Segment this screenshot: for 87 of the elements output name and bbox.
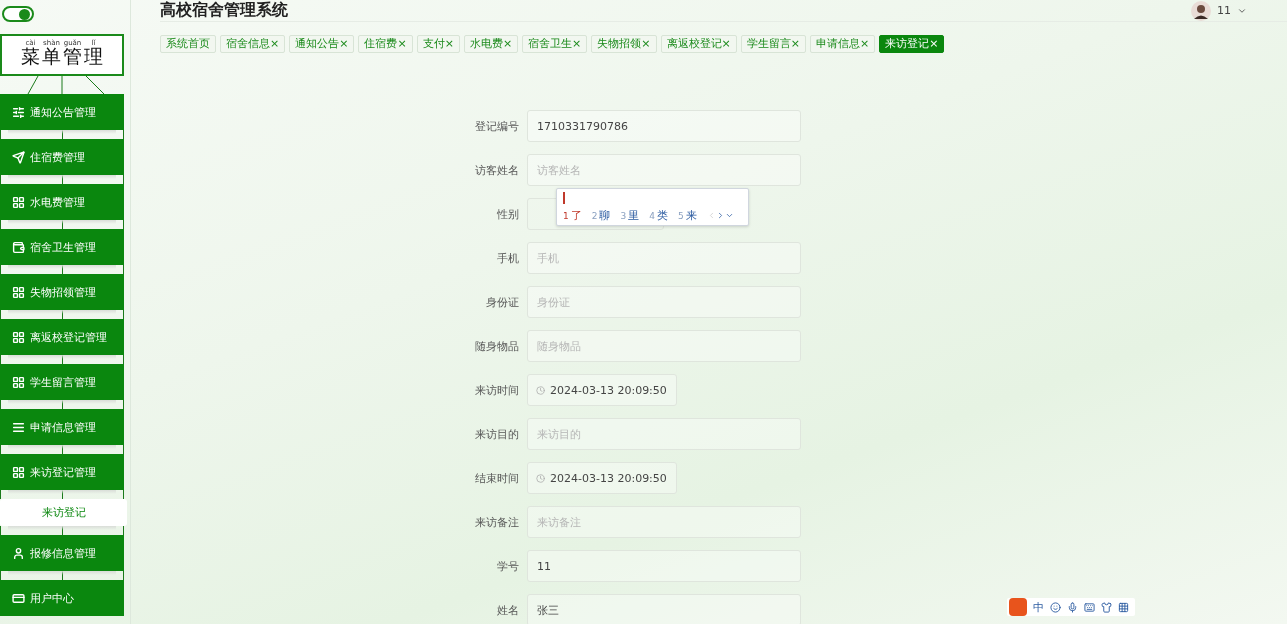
menu-item[interactable]: 通知公告管理: [0, 94, 124, 130]
field-label: 来访备注: [474, 514, 519, 530]
tab[interactable]: 宿舍信息×: [220, 35, 286, 53]
input-field[interactable]: 1710331790786: [527, 110, 801, 142]
tab[interactable]: 离返校登记×: [660, 35, 737, 53]
wallet-icon: [12, 240, 25, 254]
close-mark[interactable]: ×: [572, 36, 582, 52]
keyboard-icon[interactable]: [1084, 601, 1095, 613]
user-icon: [12, 546, 25, 560]
menu-item[interactable]: 申请信息管理: [0, 409, 124, 445]
close-mark[interactable]: ×: [444, 36, 454, 52]
menu-item[interactable]: 学生留言管理: [0, 364, 124, 400]
field-label: 姓名: [496, 602, 519, 618]
tab[interactable]: 住宿费×: [358, 35, 413, 53]
field-label: 性别: [496, 206, 519, 222]
close-mark[interactable]: ×: [339, 36, 349, 52]
sliders-icon: [12, 105, 25, 119]
grid-icon: [12, 375, 25, 389]
input-field[interactable]: 手机: [527, 242, 801, 274]
tab[interactable]: 水电费×: [463, 35, 519, 53]
card-icon: [12, 591, 25, 605]
input-field[interactable]: 来访备注: [527, 506, 801, 538]
grid-icon: [12, 285, 25, 299]
ime-candidate[interactable]: 1 了: [563, 208, 582, 223]
menu-item[interactable]: 失物招领管理: [0, 274, 124, 310]
close-mark[interactable]: ×: [502, 36, 513, 52]
input-field[interactable]: 随身物品: [527, 330, 801, 362]
grid-icon: [12, 330, 25, 344]
input-field[interactable]: 张三: [527, 594, 801, 624]
tab[interactable]: 申请信息×: [809, 35, 876, 53]
field-label: 访客姓名: [474, 162, 519, 178]
field-label: 结束时间: [474, 470, 519, 486]
ime-candidate[interactable]: 3 里: [620, 208, 640, 223]
ime-candidate[interactable]: 2 聊: [591, 208, 611, 223]
tab[interactable]: 来访登记×: [879, 35, 945, 53]
date-field[interactable]: 2024-03-13 20:09:50: [527, 374, 677, 406]
close-mark[interactable]: ×: [641, 36, 651, 52]
ime-candidate[interactable]: 4 类: [649, 208, 668, 223]
tab[interactable]: 失物招领×: [591, 35, 657, 53]
close-mark[interactable]: ×: [397, 36, 407, 52]
menu-item[interactable]: 报修信息管理: [0, 535, 124, 571]
field-label: 登记编号: [474, 118, 519, 134]
clock-icon: [536, 385, 545, 395]
submenu-item[interactable]: 来访登记: [0, 499, 127, 526]
close-mark[interactable]: ×: [721, 36, 731, 52]
field-label: 来访目的: [474, 426, 519, 442]
mic-icon[interactable]: [1067, 601, 1078, 613]
close-mark[interactable]: ×: [859, 36, 870, 52]
input-field[interactable]: 来访目的: [527, 418, 801, 450]
smile-icon[interactable]: [1050, 601, 1061, 613]
grid-icon[interactable]: [1118, 601, 1129, 613]
tab[interactable]: 宿舍卫生×: [522, 35, 588, 53]
close-mark[interactable]: ×: [929, 36, 939, 52]
menu-item[interactable]: 宿舍卫生管理: [0, 229, 124, 265]
list-icon: [12, 420, 25, 434]
field-label: 手机: [496, 250, 519, 266]
field-label: 学号: [496, 558, 519, 574]
date-field[interactable]: 2024-03-13 20:09:50: [527, 462, 677, 494]
user-name[interactable]: 11: [1217, 4, 1231, 17]
tab[interactable]: 支付×: [416, 35, 460, 53]
page-title: 高校宿舍管理系统: [160, 0, 288, 21]
input-mode[interactable]: 中: [1033, 599, 1044, 615]
menu-item[interactable]: 水电费管理: [0, 184, 124, 220]
shirt-icon[interactable]: [1101, 601, 1112, 613]
menu-item[interactable]: 用户中心: [0, 580, 124, 616]
chevron-down-icon[interactable]: [724, 211, 734, 220]
sidebar-toggle[interactable]: [2, 6, 34, 22]
tab[interactable]: 学生留言×: [740, 35, 806, 53]
menu-item[interactable]: 住宿费管理: [0, 139, 124, 175]
avatar[interactable]: [1191, 0, 1211, 21]
field-label: 来访时间: [474, 382, 519, 398]
clock-icon: [536, 473, 545, 483]
input-field[interactable]: 11: [527, 550, 801, 582]
ime-logo-icon: [1009, 598, 1027, 616]
field-label: 随身物品: [474, 338, 519, 354]
close-mark[interactable]: ×: [270, 36, 280, 52]
grid-icon: [12, 195, 25, 209]
grid-icon: [12, 465, 25, 479]
close-mark[interactable]: ×: [790, 36, 800, 52]
menu-item[interactable]: 离返校登记管理: [0, 319, 124, 355]
input-field[interactable]: 访客姓名: [527, 154, 801, 186]
paper-plane-icon: [12, 150, 25, 164]
field-label: 身份证: [485, 294, 519, 310]
tab[interactable]: 系统首页: [160, 35, 216, 53]
tab[interactable]: 通知公告×: [289, 35, 355, 53]
menu-item[interactable]: 来访登记管理: [0, 454, 124, 490]
ime-candidate[interactable]: 5 来: [677, 208, 697, 223]
